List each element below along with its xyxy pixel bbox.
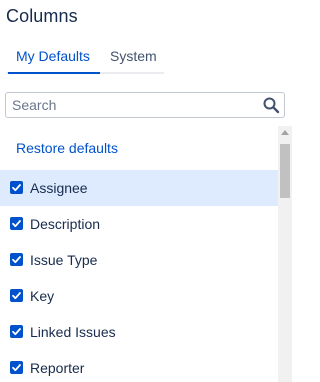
checkmark-icon — [12, 328, 21, 336]
column-list: Assignee Description Issue Type Key Link… — [0, 170, 278, 382]
tab-bar: My Defaults System — [6, 42, 164, 74]
scroll-thumb[interactable] — [280, 144, 290, 198]
columns-panel: Columns My Defaults System Restore defau… — [0, 0, 293, 382]
checkmark-icon — [12, 292, 21, 300]
checkbox[interactable] — [10, 181, 23, 194]
panel-title: Columns — [6, 6, 78, 26]
column-item-label: Assignee — [30, 180, 88, 196]
search-icon[interactable] — [262, 96, 280, 114]
checkmark-icon — [12, 220, 21, 228]
column-item-assignee[interactable]: Assignee — [0, 170, 278, 206]
column-item-reporter[interactable]: Reporter — [0, 350, 278, 382]
column-item-label: Issue Type — [30, 252, 98, 268]
checkmark-icon — [12, 364, 21, 372]
checkbox[interactable] — [10, 325, 23, 338]
checkmark-icon — [12, 256, 21, 264]
checkmark-icon — [12, 184, 21, 192]
checkbox[interactable] — [10, 253, 23, 266]
column-item-description[interactable]: Description — [0, 206, 278, 242]
column-item-label: Key — [30, 288, 55, 304]
tab-system[interactable]: System — [110, 48, 157, 64]
column-item-key[interactable]: Key — [0, 278, 278, 314]
checkbox[interactable] — [10, 361, 23, 374]
column-item-label: Description — [30, 216, 101, 232]
checkbox[interactable] — [10, 289, 23, 302]
scroll-up-arrow-icon[interactable] — [281, 130, 289, 135]
column-item-label: Linked Issues — [30, 324, 116, 340]
search-input[interactable] — [12, 96, 252, 114]
search-box — [5, 92, 285, 118]
column-item-label: Reporter — [30, 360, 85, 376]
active-tab-indicator — [8, 72, 100, 74]
list-scrollbar[interactable] — [278, 126, 292, 382]
column-item-linked-issues[interactable]: Linked Issues — [0, 314, 278, 350]
checkbox[interactable] — [10, 217, 23, 230]
column-item-issue-type[interactable]: Issue Type — [0, 242, 278, 278]
restore-defaults-link[interactable]: Restore defaults — [16, 140, 118, 156]
tab-my-defaults[interactable]: My Defaults — [16, 48, 90, 64]
